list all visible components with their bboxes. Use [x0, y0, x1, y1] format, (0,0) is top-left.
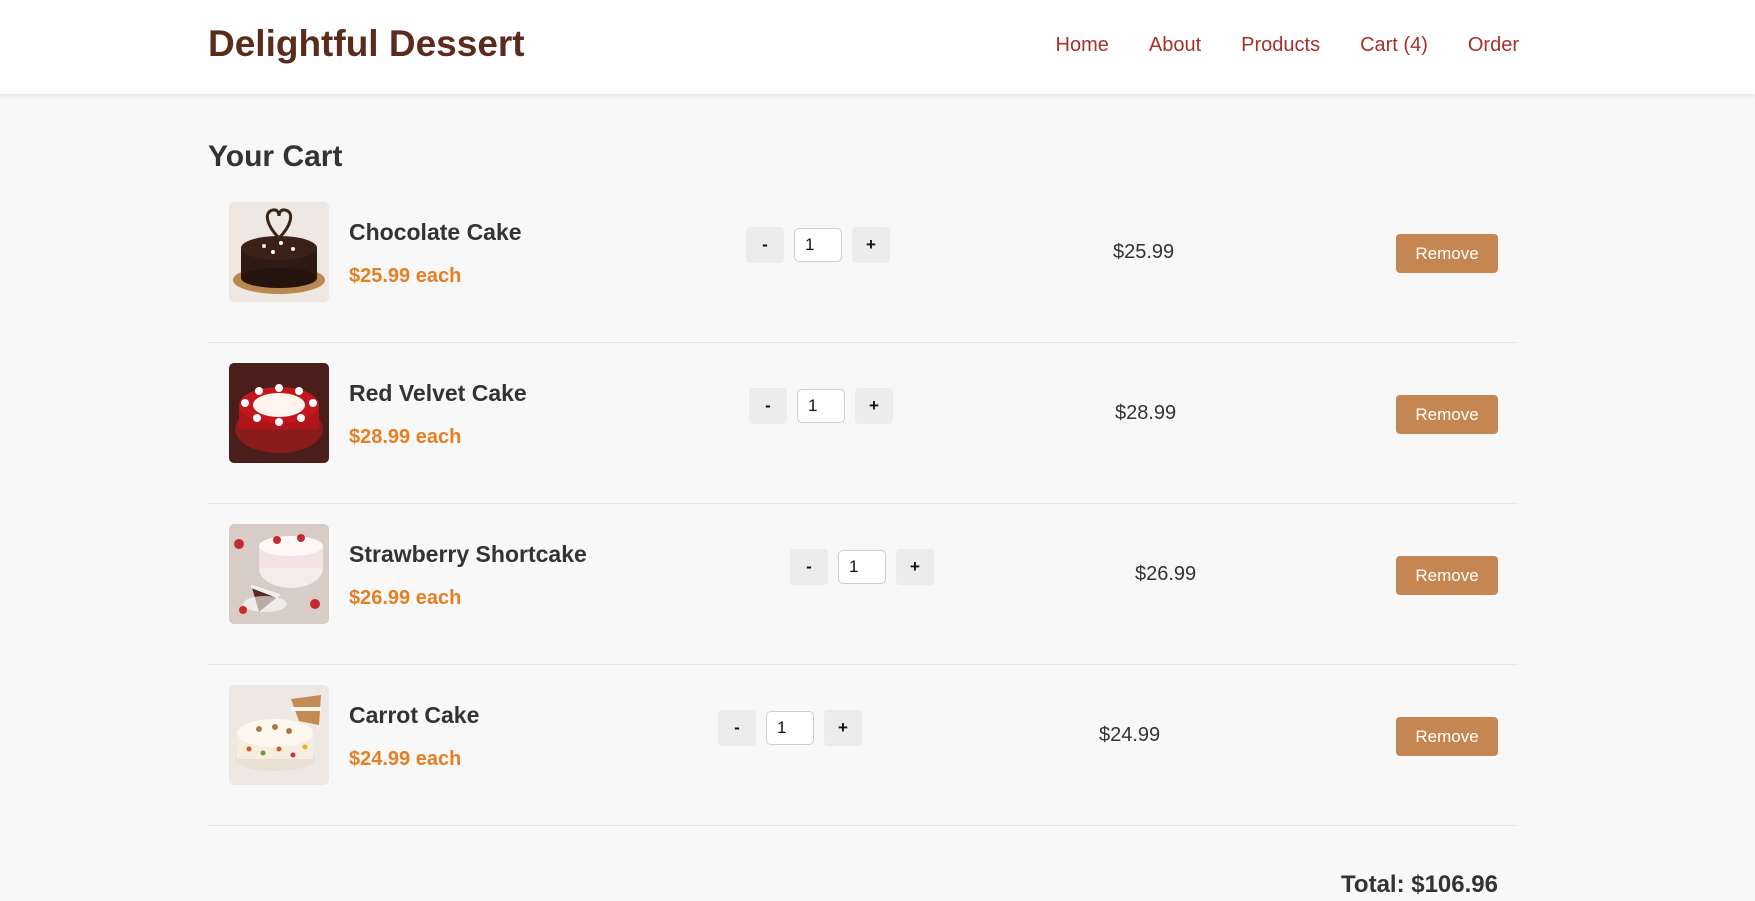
- decrease-quantity-button[interactable]: -: [790, 549, 828, 585]
- remove-button[interactable]: Remove: [1396, 556, 1498, 595]
- line-total: $25.99: [1113, 241, 1175, 263]
- nav-order[interactable]: Order: [1468, 32, 1519, 58]
- increase-quantity-button[interactable]: +: [896, 549, 934, 585]
- quantity-stepper: - 1 +: [790, 549, 934, 585]
- page-title: Your Cart: [208, 140, 343, 173]
- item-unit-price: $26.99 each: [349, 587, 462, 609]
- remove-button[interactable]: Remove: [1396, 234, 1498, 273]
- cart-item: Carrot Cake $24.99 each - 1 + $24.99 Rem…: [208, 665, 1518, 826]
- decrease-quantity-button[interactable]: -: [718, 710, 756, 746]
- decrease-quantity-button[interactable]: -: [749, 388, 787, 424]
- quantity-input[interactable]: 1: [766, 711, 814, 745]
- quantity-input[interactable]: 1: [797, 389, 845, 423]
- cart-item: Red Velvet Cake $28.99 each - 1 + $28.99…: [208, 343, 1518, 504]
- quantity-stepper: - 1 +: [718, 710, 862, 746]
- cart-item: Strawberry Shortcake $26.99 each - 1 + $…: [208, 504, 1518, 665]
- remove-button[interactable]: Remove: [1396, 395, 1498, 434]
- nav-about[interactable]: About: [1149, 32, 1201, 58]
- brand-logo[interactable]: Delightful Dessert: [208, 20, 525, 68]
- quantity-input[interactable]: 1: [838, 550, 886, 584]
- line-total: $24.99: [1099, 724, 1161, 746]
- quantity-stepper: - 1 +: [746, 227, 890, 263]
- nav-products[interactable]: Products: [1241, 32, 1320, 58]
- remove-button[interactable]: Remove: [1396, 717, 1498, 756]
- item-name: Strawberry Shortcake: [349, 541, 587, 567]
- item-unit-price: $28.99 each: [349, 426, 462, 448]
- line-total: $26.99: [1135, 563, 1197, 585]
- nav-cart[interactable]: Cart (4): [1360, 32, 1428, 58]
- increase-quantity-button[interactable]: +: [855, 388, 893, 424]
- quantity-input[interactable]: 1: [794, 228, 842, 262]
- item-name: Chocolate Cake: [349, 219, 522, 245]
- cart-total: Total: $106.96: [1341, 871, 1498, 898]
- line-total: $28.99: [1115, 402, 1177, 424]
- item-unit-price: $25.99 each: [349, 265, 462, 287]
- carrot-cake-photo: [229, 685, 329, 785]
- nav-home[interactable]: Home: [1056, 32, 1109, 58]
- decrease-quantity-button[interactable]: -: [746, 227, 784, 263]
- main-nav: Home About Products Cart (4) Order: [1056, 32, 1519, 58]
- item-name: Red Velvet Cake: [349, 380, 527, 406]
- item-unit-price: $24.99 each: [349, 748, 462, 770]
- chocolate-cake-photo: [229, 202, 329, 302]
- strawberry-shortcake-photo: [229, 524, 329, 624]
- item-name: Carrot Cake: [349, 702, 480, 728]
- quantity-stepper: - 1 +: [749, 388, 893, 424]
- increase-quantity-button[interactable]: +: [852, 227, 890, 263]
- site-header: Delightful Dessert Home About Products C…: [0, 0, 1755, 94]
- increase-quantity-button[interactable]: +: [824, 710, 862, 746]
- cart-item: Chocolate Cake $25.99 each - 1 + $25.99 …: [208, 182, 1518, 343]
- red-velvet-cake-photo: [229, 363, 329, 463]
